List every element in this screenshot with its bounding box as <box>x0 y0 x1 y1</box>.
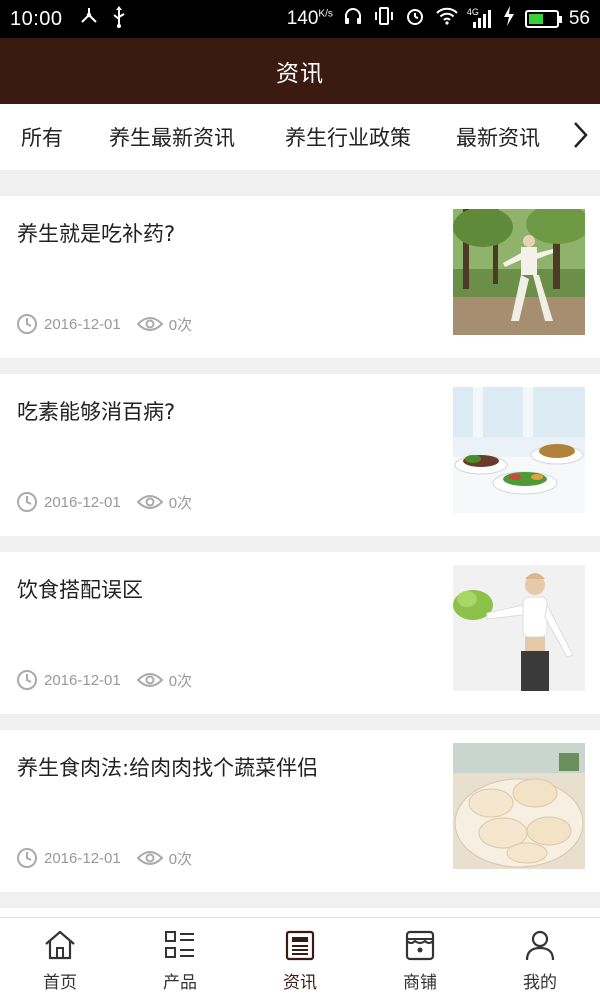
tab-industry-policy[interactable]: 养生行业政策 <box>260 104 436 170</box>
news-icon <box>283 928 317 962</box>
bottom-navigation: 首页 产品 资讯 商铺 我的 <box>0 917 600 1000</box>
net-speed: 140 <box>286 8 319 29</box>
article-views: 0次 <box>168 850 193 868</box>
tab-all[interactable]: 所有 <box>0 104 84 170</box>
category-tabs: 所有 养生最新资讯 养生行业政策 最新资讯 <box>0 104 600 170</box>
eye-icon <box>136 315 163 333</box>
nav-label: 我的 <box>523 973 557 993</box>
battery-level: 56 <box>568 8 590 29</box>
tab-label: 最新资讯 <box>456 126 540 150</box>
battery-fill <box>528 14 544 24</box>
list-item[interactable]: 养生食肉法:给肉肉找个蔬菜伴侣 2016-12-01 0次 <box>0 730 600 892</box>
share-network-icon <box>79 6 99 33</box>
eye-icon <box>136 671 163 689</box>
eye-icon <box>136 493 163 511</box>
nav-products[interactable]: 产品 <box>120 918 240 1000</box>
list-item[interactable]: 养生就是吃补药? 2016-12-01 0次 <box>0 196 600 358</box>
article-date: 2016-12-01 <box>44 849 121 867</box>
status-bar: 10:00 140K/s 4G 56 <box>0 0 600 38</box>
nav-me[interactable]: 我的 <box>480 918 600 1000</box>
article-views: 0次 <box>168 316 193 334</box>
status-time: 10:00 <box>10 7 63 30</box>
nav-label: 产品 <box>163 973 197 993</box>
article-views: 0次 <box>168 672 193 690</box>
headphones-icon <box>343 6 363 32</box>
nav-shop[interactable]: 商铺 <box>360 918 480 1000</box>
tabs-more-button[interactable] <box>560 104 600 170</box>
article-date: 2016-12-01 <box>44 493 121 511</box>
network-type: 4G <box>466 7 479 17</box>
usb-icon <box>111 5 127 33</box>
nav-label: 资讯 <box>283 973 317 993</box>
net-speed-unit: K/s <box>318 8 333 20</box>
nav-label: 商铺 <box>403 973 437 993</box>
tab-label: 养生最新资讯 <box>109 126 235 150</box>
dumplings-photo <box>453 743 585 869</box>
tab-latest-news[interactable]: 最新资讯 <box>436 104 560 170</box>
article-title: 养生食肉法:给肉肉找个蔬菜伴侣 <box>17 756 319 780</box>
article-meta: 2016-12-01 0次 <box>16 669 192 691</box>
nav-label: 首页 <box>43 973 77 993</box>
clock-icon <box>16 669 38 691</box>
article-date: 2016-12-01 <box>44 671 121 689</box>
signal-icon: 4G <box>466 7 493 29</box>
article-date: 2016-12-01 <box>44 315 121 333</box>
nav-home[interactable]: 首页 <box>0 918 120 1000</box>
article-meta: 2016-12-01 0次 <box>16 491 192 513</box>
alarm-icon <box>405 6 425 32</box>
charging-icon <box>503 6 515 32</box>
list-item[interactable]: 吃素能够消百病? 2016-12-01 0次 <box>0 374 600 536</box>
article-title: 吃素能够消百病? <box>17 400 176 424</box>
wifi-icon <box>435 6 459 32</box>
nav-news[interactable]: 资讯 <box>240 918 360 1000</box>
clock-icon <box>16 491 38 513</box>
tab-latest-health-news[interactable]: 养生最新资讯 <box>84 104 260 170</box>
grid-list-icon <box>163 928 197 962</box>
vibrate-icon <box>373 6 395 32</box>
app-header: 资讯 <box>0 38 600 104</box>
chevron-right-icon <box>572 120 588 154</box>
article-views: 0次 <box>168 494 193 512</box>
tab-label: 养生行业政策 <box>285 126 411 150</box>
battery-icon <box>524 10 562 28</box>
vegetable-dishes-photo <box>453 387 585 513</box>
clock-icon <box>16 847 38 869</box>
home-icon <box>43 928 77 962</box>
article-meta: 2016-12-01 0次 <box>16 313 192 335</box>
clock-icon <box>16 313 38 335</box>
article-title: 养生就是吃补药? <box>17 222 176 246</box>
shop-icon <box>403 928 437 962</box>
list-item[interactable]: 饮食搭配误区 2016-12-01 0次 <box>0 552 600 714</box>
article-meta: 2016-12-01 0次 <box>16 847 192 869</box>
eye-icon <box>136 849 163 867</box>
tai-chi-man-photo <box>453 209 585 335</box>
woman-holding-lettuce-photo <box>453 565 585 691</box>
article-title: 饮食搭配误区 <box>17 578 143 602</box>
page-title: 资讯 <box>276 61 324 87</box>
tab-label: 所有 <box>21 126 63 150</box>
user-icon <box>523 928 557 962</box>
